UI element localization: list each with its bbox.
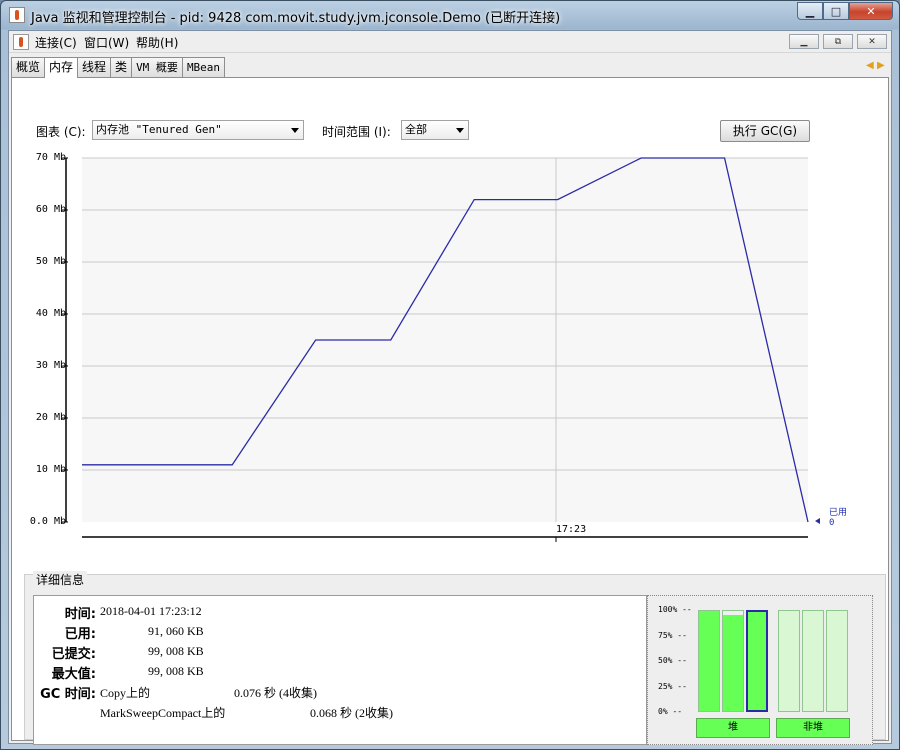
detail-time-value: 2018-04-01 17:23:12 <box>100 604 202 618</box>
heap-pool-bar[interactable] <box>746 610 768 712</box>
detail-committed-value: 99, 008 KB <box>148 644 204 658</box>
perform-gc-button[interactable]: 执行 GC(G) <box>720 120 810 142</box>
pool-bar-fill <box>827 611 847 711</box>
tab-vm-summary[interactable]: VM 概要 <box>131 57 183 77</box>
maximize-button[interactable]: □ <box>823 2 849 20</box>
time-range-label: 时间范围 (I): <box>322 125 391 139</box>
legend-used-value: 0 <box>829 518 835 528</box>
nonheap-pool-bar[interactable] <box>826 610 848 712</box>
menu-help[interactable]: 帮助(H) <box>136 34 178 51</box>
detail-used-value: 91, 060 KB <box>148 624 204 638</box>
percent-label: 0% -- <box>658 707 683 716</box>
nonheap-pool-bar[interactable] <box>802 610 824 712</box>
percent-label: 25% -- <box>658 681 687 691</box>
inner-minimize-button[interactable]: ▁ <box>789 34 819 49</box>
chart-selector[interactable]: 内存池 "Tenured Gen" <box>92 120 304 140</box>
tab-overview[interactable]: 概览 <box>11 57 46 77</box>
details-panel: 时间: 2018-04-01 17:23:12 已用: 91, 060 KB 已… <box>33 595 647 745</box>
heap-pool-bar[interactable] <box>698 610 720 712</box>
heap-button[interactable]: 堆 <box>696 718 770 738</box>
menu-window[interactable]: 窗口(W) <box>84 34 129 51</box>
chevron-down-icon <box>456 128 464 133</box>
scroll-left-icon[interactable]: ◀ <box>866 60 876 72</box>
chart-selector-value: 内存池 "Tenured Gen" <box>96 123 222 136</box>
tab-classes[interactable]: 类 <box>110 57 133 77</box>
memory-chart: 0.0 Mb 10 Mb 20 Mb 30 Mb 40 Mb 50 Mb 60 Mb 70 M… <box>12 148 890 548</box>
client-area: 连接(C) 窗口(W) 帮助(H) ▁ ⧉ ✕ 概览 内存 线程 类 VM 概要… <box>8 30 892 745</box>
gc-copy-name: Copy上的 <box>100 686 151 700</box>
legend-marker-icon <box>815 518 820 524</box>
time-range-selector[interactable]: 全部 <box>401 120 469 140</box>
y-tick-label: 0.0 Mb <box>29 516 66 527</box>
inner-close-button[interactable]: ✕ <box>857 34 887 49</box>
inner-restore-button[interactable]: ⧉ <box>823 34 853 49</box>
memory-panel: 图表 (C): 内存池 "Tenured Gen" 时间范围 (I): 全部 执… <box>11 77 890 745</box>
heap-pool-bar[interactable] <box>722 610 744 712</box>
tab-memory[interactable]: 内存 <box>44 57 79 78</box>
detail-gc-label: GC 时间: <box>40 687 96 702</box>
percent-label: 50% -- <box>658 656 687 665</box>
detail-used-label: 已用: <box>64 627 96 642</box>
java-icon <box>9 7 25 23</box>
pool-bar-fill <box>803 611 823 711</box>
y-tick-label: 70 Mb <box>35 152 66 163</box>
x-tick-label: 17:23 <box>556 524 587 535</box>
memory-pool-panel: 100% -- 75% -- 50% -- 25% -- 0% -- 堆 非堆 <box>647 595 873 745</box>
time-range-value: 全部 <box>405 123 427 136</box>
pool-bar-fill <box>723 615 743 711</box>
pool-bar-fill <box>699 611 719 711</box>
scroll-right-icon[interactable]: ▶ <box>877 60 887 72</box>
tab-strip: 概览 内存 线程 类 VM 概要 MBean <box>11 57 226 78</box>
chevron-down-icon <box>291 128 299 133</box>
detail-committed-label: 已提交: <box>51 647 96 662</box>
y-tick-label: 10 Mb <box>35 464 66 475</box>
tab-mbean[interactable]: MBean <box>181 57 226 77</box>
percent-label: 100% -- <box>658 605 692 614</box>
pool-bar-fill <box>779 611 799 711</box>
gc-copy-value: 0.076 秒 (4收集) <box>234 686 317 700</box>
java-icon[interactable] <box>13 34 29 50</box>
minimize-button[interactable]: ▁ <box>797 2 823 20</box>
legend-used-label: 已用 <box>829 508 848 518</box>
window-title: Java 监视和管理控制台 - pid: 9428 com.movit.stud… <box>31 11 561 26</box>
plot-area <box>82 158 808 522</box>
memory-chart-svg <box>62 157 820 542</box>
detail-max-label: 最大值: <box>51 667 96 682</box>
details-section: 详细信息 时间: 2018-04-01 17:23:12 已用: 91, 060… <box>24 571 886 745</box>
y-tick-label: 20 Mb <box>35 412 66 423</box>
detail-max-value: 99, 008 KB <box>148 664 204 678</box>
menu-connect[interactable]: 连接(C) <box>35 34 77 51</box>
menu-bar: 连接(C) 窗口(W) 帮助(H) ▁ ⧉ ✕ <box>9 31 891 53</box>
pool-bar-fill <box>748 612 766 710</box>
close-button[interactable]: ✕ <box>849 2 893 20</box>
title-bar[interactable]: Java 监视和管理控制台 - pid: 9428 com.movit.stud… <box>1 1 899 29</box>
gc-marksweep-value: 0.068 秒 (2收集) <box>310 706 393 720</box>
nonheap-pool-bar[interactable] <box>778 610 800 712</box>
chart-selector-label: 图表 (C): <box>36 125 86 139</box>
app-window: Java 监视和管理控制台 - pid: 9428 com.movit.stud… <box>0 0 900 750</box>
nonheap-button[interactable]: 非堆 <box>776 718 850 738</box>
y-tick-label: 60 Mb <box>35 204 66 215</box>
details-title: 详细信息 <box>33 571 88 588</box>
tab-threads[interactable]: 线程 <box>77 57 112 77</box>
gc-marksweep-name: MarkSweepCompact上的 <box>100 706 226 720</box>
detail-time-label: 时间: <box>64 607 96 622</box>
percent-label: 75% -- <box>658 630 687 640</box>
y-tick-label: 50 Mb <box>35 256 66 267</box>
y-tick-label: 40 Mb <box>35 308 66 319</box>
y-tick-label: 30 Mb <box>35 360 66 371</box>
